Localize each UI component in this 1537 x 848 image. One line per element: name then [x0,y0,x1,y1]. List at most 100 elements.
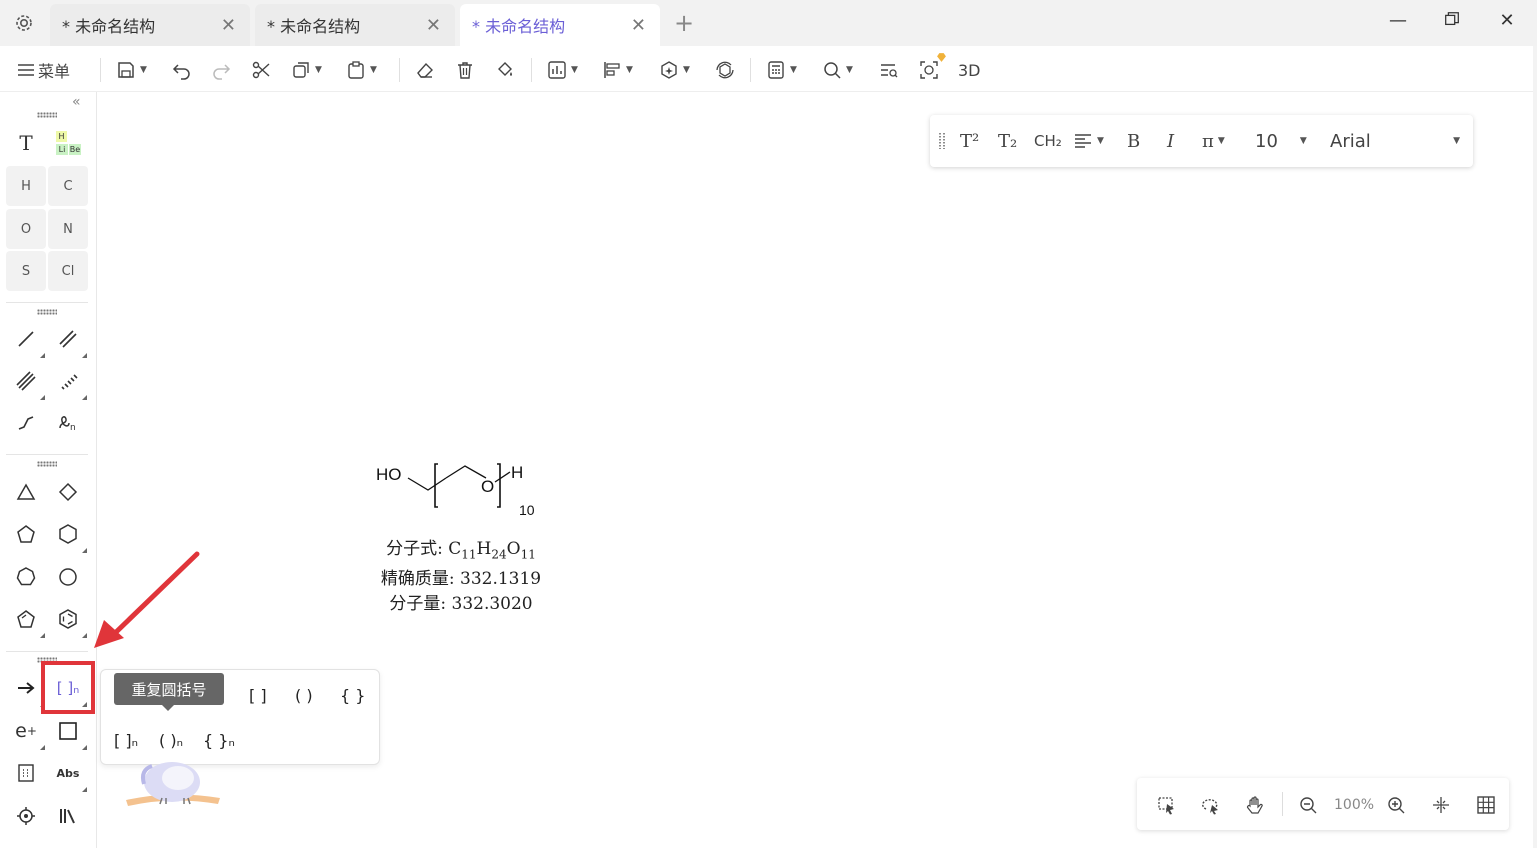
element-cl-button[interactable]: Cl [48,251,88,291]
text-tool[interactable]: T [6,123,46,163]
double-bond-tool[interactable] [48,319,88,359]
square-ring-tool[interactable] [48,472,88,512]
peg-structure[interactable]: HO O H 10 [370,450,560,530]
cyclopentadiene-tool[interactable] [6,599,46,639]
heptagon-ring-tool[interactable] [6,557,46,597]
save-button[interactable]: ▼ [116,59,147,81]
close-icon[interactable]: ✕ [426,15,441,36]
eraser-button[interactable] [415,59,435,81]
app-settings-icon[interactable] [12,11,36,35]
element-s-button[interactable]: S [6,251,46,291]
window-close-icon[interactable]: ✕ [1493,10,1521,36]
drag-handle-icon[interactable] [37,112,57,118]
formula-label: 分子式: [386,539,449,559]
element-label: N [63,221,73,237]
element-n-button[interactable]: N [48,209,88,249]
font-family-select[interactable]: Arial ▼ [1330,130,1460,152]
align-button[interactable]: ▼ [602,59,633,81]
right-edge-scrollbar[interactable] [1533,46,1537,848]
superscript-button[interactable]: T² [960,130,979,152]
trash-icon [458,62,472,79]
chain-tool[interactable] [6,403,46,443]
tooltip: 重复圆括号 [114,673,224,711]
italic-button[interactable]: I [1167,130,1174,152]
charge-tool[interactable]: e + [6,711,46,751]
octagon-ring-tool[interactable] [48,557,88,597]
popup-item[interactable]: ( )ₙ [159,731,183,750]
copy-button[interactable]: ▼ [291,59,322,81]
font-size-select[interactable]: 10 ▼ [1255,130,1307,152]
calculator-button[interactable]: ▼ [766,59,797,81]
symbol-button[interactable]: π ▼ [1202,130,1225,152]
drag-handle-icon[interactable] [938,130,946,152]
formula-button[interactable]: CH₂ [1034,130,1062,152]
fit-view-button[interactable] [1431,794,1451,816]
target-tool[interactable] [6,796,46,836]
element-c-button[interactable]: C [48,166,88,206]
periodic-table-tool[interactable]: H Li Be [48,123,88,163]
hashed-bond-tool[interactable] [48,361,88,401]
collapse-sidebar-icon[interactable]: « [72,94,81,110]
pentagon-ring-tool[interactable] [6,514,46,554]
single-bond-tool[interactable] [6,319,46,359]
close-icon[interactable]: ✕ [631,15,646,36]
svg-text:n: n [70,423,76,433]
zoom-in-button[interactable] [1386,794,1406,816]
cut-button[interactable] [251,59,271,81]
search-button[interactable]: ▼ [822,59,853,81]
library-tool[interactable] [48,796,88,836]
element-o-button[interactable]: O [6,209,46,249]
lasso-tool-button[interactable] [1201,794,1221,816]
subscript-button[interactable]: T₂ [998,130,1017,152]
new-tab-icon[interactable]: + [674,9,694,37]
select-tool-button[interactable] [1157,794,1177,816]
grid-toggle-button[interactable] [1476,794,1496,816]
drag-handle-icon[interactable] [37,309,57,315]
tab-structure-3[interactable]: * 未命名结构 ✕ [460,4,660,46]
tab-bar: * 未命名结构 ✕ * 未命名结构 ✕ * 未命名结构 ✕ + — ✕ [0,0,1537,46]
rotate-button[interactable] [715,59,735,81]
triangle-ring-tool[interactable] [6,472,46,512]
heptagon-icon [16,567,36,586]
fill-color-button[interactable] [495,59,515,81]
find-text-button[interactable] [879,59,899,81]
popup-item[interactable]: ( ) [295,686,313,705]
restore-icon[interactable] [1438,10,1466,36]
paste-button[interactable]: ▼ [346,59,377,81]
benzene-tool[interactable] [48,599,88,639]
text-align-button[interactable]: ▼ [1073,130,1104,152]
hexagon-icon [59,524,77,544]
italic-icon: I [1167,130,1175,152]
popup-item[interactable]: { }ₙ [203,731,235,750]
chain-n-tool[interactable]: n [48,403,88,443]
popup-item[interactable]: { } [340,686,365,705]
zoom-out-button[interactable] [1298,794,1318,816]
abs-tool[interactable]: Abs [48,753,88,793]
pan-tool-button[interactable] [1245,794,1265,816]
delete-button[interactable] [455,59,475,81]
formula-count: 11 [520,547,536,562]
3d-button[interactable]: 3D [958,59,981,81]
menu-button[interactable]: 菜单 [16,59,70,81]
element-h-button[interactable]: H [6,166,46,206]
close-icon[interactable]: ✕ [221,15,236,36]
tab-structure-1[interactable]: * 未命名结构 ✕ [50,4,250,46]
sparkle-hexagon-icon [661,61,677,79]
tab-structure-2[interactable]: * 未命名结构 ✕ [255,4,455,46]
hexagon-ring-tool[interactable] [48,514,88,554]
popup-item[interactable]: [ ] [249,686,267,705]
redo-button[interactable] [211,59,231,81]
undo-button[interactable] [172,59,192,81]
clean-structure-button[interactable]: ▼ [659,59,690,81]
template-tool[interactable] [6,753,46,793]
minimize-icon[interactable]: — [1384,10,1412,36]
drag-handle-icon[interactable] [37,461,57,467]
bold-button[interactable]: B [1127,130,1140,152]
popup-item[interactable]: [ ]ₙ [114,731,138,750]
arrow-tool[interactable] [6,668,46,708]
target-icon [17,807,35,825]
rectangle-tool[interactable] [48,711,88,751]
ai-recognize-button[interactable] [919,53,946,81]
chart-button[interactable]: ▼ [547,59,578,81]
triple-bond-tool[interactable] [6,361,46,401]
